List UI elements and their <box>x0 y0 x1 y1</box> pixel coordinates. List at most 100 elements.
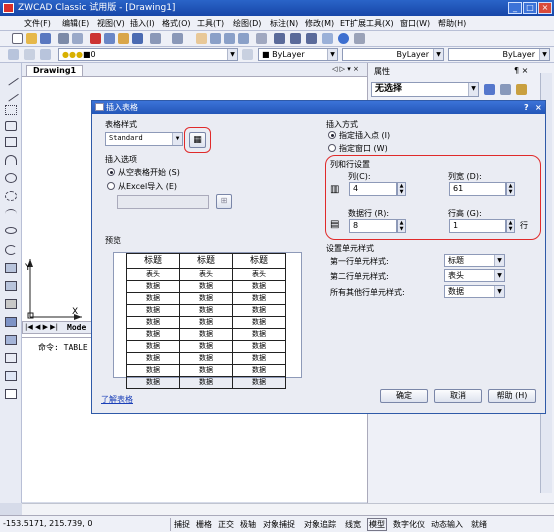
zoom-realtime-icon[interactable] <box>210 33 221 44</box>
table-style-select[interactable]: Standard ▼ <box>105 132 183 146</box>
model-toggle[interactable]: 模型 <box>367 518 387 531</box>
specify-window-radio[interactable] <box>328 144 336 152</box>
col-width-input[interactable]: 61 <box>449 182 506 196</box>
columns-spinner[interactable]: ▲ ▼ <box>397 182 406 196</box>
excel-import-radio[interactable] <box>107 182 115 190</box>
tab-nav-arrows-icon[interactable]: |◀ ◀ ▶ ▶| <box>25 323 58 331</box>
empty-table-radio[interactable] <box>107 168 115 176</box>
named-views-icon[interactable] <box>256 33 267 44</box>
layer-previous-icon[interactable] <box>40 49 51 60</box>
rectangle-icon[interactable] <box>5 137 17 147</box>
other-rows-style-select[interactable]: 数据 ▼ <box>444 285 505 298</box>
tool-palettes-icon[interactable] <box>306 33 317 44</box>
layer-manager-icon[interactable] <box>8 49 19 60</box>
layer-select[interactable]: ●●●■0 ▼ <box>58 48 238 61</box>
copy-icon[interactable] <box>104 33 115 44</box>
osnap-toggle[interactable]: 对象捕捉 <box>263 519 295 530</box>
data-rows-spinner[interactable]: ▲ ▼ <box>397 219 406 233</box>
col-width-spinner[interactable]: ▲ ▼ <box>506 182 515 196</box>
menu-insert[interactable]: 插入(I) <box>130 18 155 29</box>
menu-view[interactable]: 视图(V) <box>97 18 125 29</box>
make-block-icon[interactable] <box>5 281 17 291</box>
xline-icon[interactable] <box>3 86 19 102</box>
redo-icon[interactable] <box>172 33 183 44</box>
circle-icon[interactable] <box>5 173 17 183</box>
new-icon[interactable] <box>12 33 23 44</box>
excel-browse-button[interactable]: ⊞ <box>216 194 232 209</box>
ellipse-arc-icon[interactable] <box>5 245 17 255</box>
table-icon[interactable] <box>5 371 17 381</box>
menu-modify[interactable]: 修改(M) <box>305 18 334 29</box>
cut-icon[interactable] <box>90 33 101 44</box>
point-icon[interactable] <box>5 299 17 309</box>
menu-draw[interactable]: 绘图(D) <box>233 18 261 29</box>
zoom-previous-icon[interactable] <box>238 33 249 44</box>
undo-icon[interactable] <box>150 33 161 44</box>
menu-edit[interactable]: 编辑(E) <box>62 18 89 29</box>
gradient-icon[interactable] <box>5 335 17 345</box>
ortho-toggle[interactable]: 正交 <box>218 519 234 530</box>
mtext-icon[interactable] <box>5 389 17 399</box>
row-height-spinner[interactable]: ▲ ▼ <box>506 219 515 233</box>
paste-icon[interactable] <box>118 33 129 44</box>
color-select[interactable]: ■ ByLayer ▼ <box>258 48 338 61</box>
match-properties-icon[interactable] <box>132 33 143 44</box>
tab-nav-icon[interactable]: ◁ ▷ ▾ × <box>332 65 359 73</box>
spline-icon[interactable] <box>5 209 17 219</box>
preview-icon[interactable] <box>72 33 83 44</box>
excel-path-field[interactable] <box>117 195 209 209</box>
quick-select-icon[interactable] <box>516 84 527 95</box>
menu-file[interactable]: 文件(F) <box>24 18 51 29</box>
make-current-icon[interactable] <box>242 49 253 60</box>
arc-icon[interactable] <box>5 155 17 165</box>
model-tab[interactable]: Mode <box>67 323 86 332</box>
toggle-pickadd-icon[interactable] <box>484 84 495 95</box>
insert-block-icon[interactable] <box>5 263 17 273</box>
zoom-window-icon[interactable] <box>224 33 235 44</box>
horizontal-scrollbar[interactable] <box>22 503 554 515</box>
ellipse-icon[interactable] <box>5 227 17 234</box>
row-height-input[interactable]: 1 <box>449 219 506 233</box>
second-row-style-select[interactable]: 表头 ▼ <box>444 269 505 282</box>
polar-toggle[interactable]: 极轴 <box>240 519 256 530</box>
select-objects-icon[interactable] <box>500 84 511 95</box>
palette-controls-icon[interactable]: ¶ × <box>514 66 528 75</box>
minimize-button[interactable]: _ <box>508 2 522 14</box>
revcloud-icon[interactable] <box>5 191 17 201</box>
cancel-button[interactable]: 取消 <box>434 389 482 403</box>
design-center-icon[interactable] <box>290 33 301 44</box>
calculator-icon[interactable] <box>322 33 333 44</box>
otrack-toggle[interactable]: 对象追踪 <box>304 519 336 530</box>
hatch-icon[interactable] <box>5 317 17 327</box>
menu-window[interactable]: 窗口(W) <box>400 18 430 29</box>
snap-toggle[interactable]: 捕捉 <box>174 519 190 530</box>
layer-state-icon[interactable] <box>24 49 35 60</box>
dynamic-input-toggle[interactable]: 动态输入 <box>431 519 463 530</box>
print-icon[interactable] <box>58 33 69 44</box>
tablet-toggle[interactable]: 数字化仪 <box>393 519 425 530</box>
learn-table-link[interactable]: 了解表格 <box>101 394 133 405</box>
line-icon[interactable] <box>3 70 19 86</box>
columns-input[interactable]: 4 <box>349 182 397 196</box>
table-style-dialog-button[interactable]: ▦ <box>189 132 206 148</box>
menu-et-tools[interactable]: ET扩展工具(X) <box>340 18 394 29</box>
lineweight-toggle[interactable]: 线宽 <box>345 519 361 530</box>
open-icon[interactable] <box>26 33 37 44</box>
pan-icon[interactable] <box>196 33 207 44</box>
grid-toggle[interactable]: 栅格 <box>196 519 212 530</box>
maximize-button[interactable]: □ <box>523 2 537 14</box>
menu-help[interactable]: 帮助(H) <box>438 18 466 29</box>
first-row-style-select[interactable]: 标题 ▼ <box>444 254 505 267</box>
menu-tools[interactable]: 工具(T) <box>197 18 224 29</box>
drawing-tab[interactable]: Drawing1 <box>26 65 84 77</box>
menu-format[interactable]: 格式(O) <box>162 18 191 29</box>
lineweight-select[interactable]: ByLayer ▼ <box>448 48 550 61</box>
polygon-icon[interactable] <box>5 121 17 131</box>
help-icon[interactable] <box>338 33 349 44</box>
more-icon[interactable] <box>354 33 365 44</box>
properties-icon[interactable] <box>274 33 285 44</box>
region-icon[interactable] <box>5 353 17 363</box>
linetype-select[interactable]: ByLayer ▼ <box>342 48 444 61</box>
polyline-icon[interactable] <box>5 105 17 115</box>
save-icon[interactable] <box>40 33 51 44</box>
